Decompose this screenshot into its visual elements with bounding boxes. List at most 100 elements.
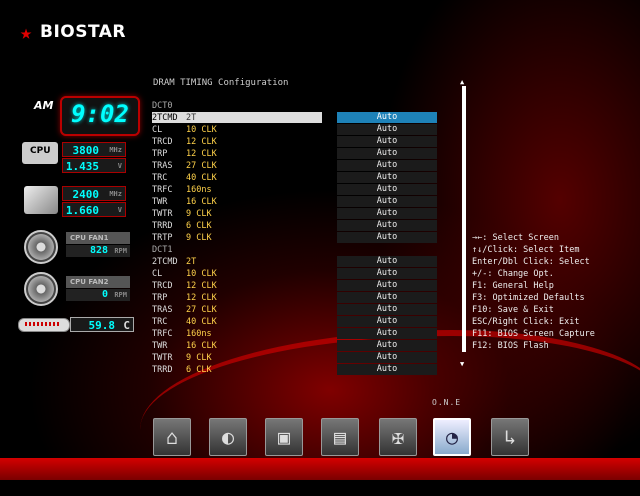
- dct0-header: DCT0: [152, 101, 173, 111]
- home-icon: ⌂: [165, 425, 179, 449]
- fan1-rpm-unit: RPM: [114, 247, 127, 255]
- floor-bar: [0, 458, 640, 480]
- nav-button-home[interactable]: ⌂: [153, 418, 191, 456]
- timing-current-value: 10 CLK: [186, 269, 217, 279]
- clock-time: 9:02: [71, 100, 129, 128]
- timing-current-value: 27 CLK: [186, 305, 217, 315]
- page-title: DRAM TIMING Configuration: [153, 78, 289, 88]
- nav-button-advanced[interactable]: ◐: [209, 418, 247, 456]
- timing-row[interactable]: TRCD 12 CLK Auto: [152, 280, 440, 292]
- timing-row[interactable]: TRP 12 CLK Auto: [152, 148, 440, 160]
- timing-setting-select[interactable]: Auto: [337, 256, 437, 267]
- timing-setting-select[interactable]: Auto: [337, 184, 437, 195]
- fan2-rpm-unit: RPM: [114, 291, 127, 299]
- timing-row[interactable]: TRAS 27 CLK Auto: [152, 304, 440, 316]
- timing-setting-select[interactable]: Auto: [337, 208, 437, 219]
- scroll-down-arrow-icon[interactable]: ▼: [460, 360, 464, 368]
- timing-row[interactable]: CL 10 CLK Auto: [152, 124, 440, 136]
- temperature-unit: C: [123, 319, 130, 332]
- scroll-thumb[interactable]: [462, 86, 466, 352]
- timing-row[interactable]: TRFC 160ns Auto: [152, 184, 440, 196]
- timing-row[interactable]: TRRD 6 CLK Auto: [152, 364, 440, 376]
- nav-button-boot[interactable]: ▤: [321, 418, 359, 456]
- cpu-chip-icon: CPU: [22, 142, 58, 164]
- fan1-speed: 828 RPM: [66, 245, 130, 257]
- timing-row[interactable]: TRTP 9 CLK Auto: [152, 232, 440, 244]
- memory-voltage-unit: V: [117, 206, 122, 214]
- brand-name: BIOSTAR: [40, 22, 127, 42]
- timing-setting-select[interactable]: Auto: [337, 316, 437, 327]
- chipset-icon: ▣: [277, 425, 291, 449]
- timing-name: TRFC: [152, 185, 173, 195]
- help-panel: →←: Select Screen ↑↓/Click: Select Item En…: [472, 232, 595, 352]
- timing-setting-select[interactable]: Auto: [337, 352, 437, 363]
- timing-row[interactable]: TRRD 6 CLK Auto: [152, 220, 440, 232]
- timing-setting-select[interactable]: Auto: [337, 328, 437, 339]
- timing-name: TRRD: [152, 221, 173, 231]
- timing-row[interactable]: CL 10 CLK Auto: [152, 268, 440, 280]
- timing-name: CL: [152, 125, 163, 135]
- temperature-value: 59.8: [88, 319, 116, 332]
- fan2-rpm-value: 0: [101, 289, 108, 300]
- timing-current-value: 10 CLK: [186, 125, 217, 135]
- clock-display: 9:02: [60, 96, 140, 136]
- timing-setting-select[interactable]: Auto: [337, 148, 437, 159]
- timing-name: 2TCMD: [152, 257, 178, 267]
- timing-current-value: 9 CLK: [186, 233, 212, 243]
- timing-setting-select[interactable]: Auto: [337, 232, 437, 243]
- timing-setting-select[interactable]: Auto: [337, 112, 437, 123]
- nav-button-chipset[interactable]: ▣: [265, 418, 303, 456]
- nav-button-security[interactable]: ✠: [379, 418, 417, 456]
- timing-current-value: 16 CLK: [186, 341, 217, 351]
- timing-row[interactable]: TRC 40 CLK Auto: [152, 316, 440, 328]
- timing-row[interactable]: TWR 16 CLK Auto: [152, 340, 440, 352]
- fan2-label: CPU FAN2: [66, 276, 130, 288]
- timing-current-value: 9 CLK: [186, 353, 212, 363]
- timing-row[interactable]: 2TCMD 2T Auto: [152, 256, 440, 268]
- timing-row[interactable]: TWTR 9 CLK Auto: [152, 208, 440, 220]
- timing-row[interactable]: TRC 40 CLK Auto: [152, 172, 440, 184]
- nav-button-exit[interactable]: ↳: [491, 418, 529, 456]
- scrollbar[interactable]: ▲ ▼: [460, 78, 466, 370]
- timing-setting-select[interactable]: Auto: [337, 364, 437, 375]
- timing-row[interactable]: TWTR 9 CLK Auto: [152, 352, 440, 364]
- timing-current-value: 12 CLK: [186, 281, 217, 291]
- timing-name: TWR: [152, 197, 168, 207]
- memory-voltage-value: 1.660: [65, 204, 99, 217]
- timing-row[interactable]: TWR 16 CLK Auto: [152, 196, 440, 208]
- timing-row[interactable]: TRP 12 CLK Auto: [152, 292, 440, 304]
- security-shield-icon: ✠: [391, 425, 405, 449]
- timing-setting-select[interactable]: Auto: [337, 172, 437, 183]
- timing-setting-select[interactable]: Auto: [337, 220, 437, 231]
- timing-row[interactable]: TRCD 12 CLK Auto: [152, 136, 440, 148]
- timing-current-value: 2T: [186, 257, 197, 267]
- cpu-frequency-unit: MHz: [109, 146, 122, 154]
- timing-setting-select[interactable]: Auto: [337, 124, 437, 135]
- timing-setting-select[interactable]: Auto: [337, 292, 437, 303]
- gauge-icon: ◔: [445, 425, 459, 449]
- timing-setting-select[interactable]: Auto: [337, 280, 437, 291]
- temperature-display: 59.8 C: [70, 317, 134, 332]
- help-line: Enter/Dbl Click: Select: [472, 257, 590, 267]
- timing-row[interactable]: TRFC 160ns Auto: [152, 328, 440, 340]
- timing-setting-select[interactable]: Auto: [337, 160, 437, 171]
- timing-current-value: 16 CLK: [186, 197, 217, 207]
- timing-row[interactable]: TRAS 27 CLK Auto: [152, 160, 440, 172]
- timing-setting-select[interactable]: Auto: [337, 196, 437, 207]
- timing-setting-select[interactable]: Auto: [337, 304, 437, 315]
- timing-setting-select[interactable]: Auto: [337, 340, 437, 351]
- memory-frequency: 2400 MHz: [62, 186, 126, 201]
- timing-setting-select[interactable]: Auto: [337, 268, 437, 279]
- fan2-icon: [24, 272, 58, 306]
- timing-setting-select[interactable]: Auto: [337, 136, 437, 147]
- help-line: +/-: Change Opt.: [472, 269, 554, 279]
- timing-row[interactable]: 2TCMD 2T Auto: [152, 112, 440, 124]
- help-line: F11: BIOS Screen Capture: [472, 329, 595, 339]
- fan1-label: CPU FAN1: [66, 232, 130, 244]
- timing-current-value: 160ns: [186, 185, 212, 195]
- scroll-up-arrow-icon[interactable]: ▲: [460, 78, 464, 86]
- help-line: F1: General Help: [472, 281, 554, 291]
- help-line: ↑↓/Click: Select Item: [472, 245, 580, 255]
- timing-name: TWTR: [152, 353, 173, 363]
- nav-button-one[interactable]: ◔: [433, 418, 471, 456]
